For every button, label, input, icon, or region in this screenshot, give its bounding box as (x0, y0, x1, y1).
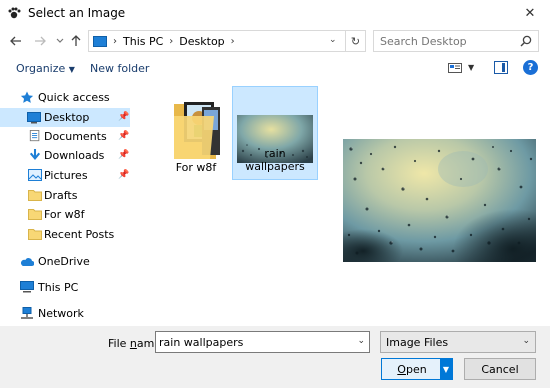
back-button[interactable] (6, 31, 26, 51)
nav-item-downloads[interactable]: Downloads 📌 (0, 146, 130, 165)
breadcrumb-this-pc[interactable]: This PC (123, 35, 163, 48)
open-label: Open (382, 363, 442, 376)
chevron-down-icon: ⌄ (522, 336, 530, 346)
this-pc-icon (93, 35, 107, 47)
back-arrow-icon (10, 36, 21, 46)
file-name-input[interactable] (156, 332, 351, 352)
command-bar: Organize ▼ New folder ▼ ? (0, 58, 550, 80)
pin-icon[interactable]: 📌 (118, 112, 129, 122)
nav-label: Documents (44, 130, 107, 143)
folder-icon (28, 190, 42, 201)
nav-item-pictures[interactable]: Pictures 📌 (0, 166, 130, 185)
breadcrumb-separator-icon: › (230, 35, 235, 47)
forward-arrow-icon (35, 36, 46, 46)
refresh-icon: ↻ (350, 34, 361, 48)
nav-item-this-pc[interactable]: This PC (0, 278, 130, 297)
change-view-icon[interactable] (448, 62, 462, 74)
folder-icon (28, 209, 42, 220)
breadcrumb-separator-icon: › (169, 35, 174, 47)
search-box[interactable] (373, 30, 539, 52)
search-icon (520, 35, 532, 47)
pin-icon[interactable]: 📌 (118, 150, 129, 160)
computer-icon (20, 281, 34, 293)
chevron-down-icon (56, 38, 64, 43)
address-row: › This PC › Desktop › ⌄ ↻ (0, 27, 550, 55)
nav-item-onedrive[interactable]: OneDrive (0, 252, 130, 271)
desktop-icon (27, 112, 41, 124)
nav-label: Recent Posts (44, 228, 115, 241)
file-name-combo[interactable]: ⌄ (155, 331, 370, 353)
file-type-value: Image Files (386, 336, 449, 349)
nav-item-recent-posts[interactable]: Recent Posts (0, 225, 130, 244)
pin-icon[interactable]: 📌 (118, 170, 129, 180)
star-icon (20, 91, 34, 103)
new-folder-button[interactable]: New folder (90, 62, 149, 75)
search-input[interactable] (374, 31, 514, 51)
chevron-down-icon: ▼ (68, 65, 75, 74)
nav-label: Drafts (44, 189, 78, 202)
pictures-icon (28, 169, 42, 181)
nav-label: This PC (38, 281, 79, 294)
close-icon: ✕ (524, 5, 536, 21)
nav-label: Pictures (44, 169, 88, 182)
download-arrow-icon (29, 149, 41, 161)
nav-label: Desktop (44, 111, 90, 124)
label-accelerator: O (397, 363, 406, 376)
address-bar[interactable]: › This PC › Desktop › ⌄ ↻ (88, 30, 366, 52)
label-part: File (108, 337, 130, 350)
open-button[interactable]: Open ▼ (381, 358, 453, 380)
file-name: For w8f (175, 161, 217, 174)
label-accelerator: n (129, 337, 137, 350)
forward-button[interactable] (30, 31, 50, 51)
close-button[interactable]: ✕ (510, 0, 550, 26)
nav-item-desktop[interactable]: Desktop 📌 (0, 108, 130, 127)
up-button[interactable] (66, 31, 86, 51)
image-preview (343, 139, 536, 262)
nav-label: Downloads (44, 149, 105, 162)
nav-item-documents[interactable]: Documents 📌 (0, 127, 130, 146)
chevron-down-icon[interactable]: ⌄ (357, 336, 365, 346)
window-title: Select an Image (28, 6, 126, 20)
nav-label: Quick access (38, 91, 110, 104)
title-bar: Select an Image ✕ (0, 0, 550, 26)
paw-icon (8, 7, 21, 19)
breadcrumb-separator-icon: › (113, 35, 117, 47)
file-name: rain wallpapers (245, 147, 305, 173)
navigation-pane: Quick access Desktop 📌 Documents 📌 Downl… (0, 86, 130, 326)
folder-icon (174, 102, 220, 159)
nav-label: OneDrive (38, 255, 90, 268)
label-part: pen (405, 363, 427, 376)
nav-label: For w8f (44, 208, 85, 221)
nav-item-quick-access[interactable]: Quick access (0, 88, 130, 107)
nav-item-drafts[interactable]: Drafts (0, 186, 130, 205)
chevron-down-icon[interactable]: ⌄ (329, 35, 341, 47)
dialog-footer: File name: ⌄ Image Files ⌄ Open ▼ Cancel (0, 326, 550, 388)
file-item-for-w8f[interactable]: For w8f (153, 86, 239, 180)
documents-icon (29, 130, 40, 142)
refresh-button[interactable]: ↻ (345, 31, 365, 51)
open-dropdown-button[interactable]: ▼ (440, 359, 452, 379)
folder-icon (28, 229, 42, 240)
cloud-icon (21, 258, 34, 266)
organize-label: Organize (16, 62, 66, 75)
breadcrumb-desktop[interactable]: Desktop (179, 35, 224, 48)
pin-icon[interactable]: 📌 (118, 131, 129, 141)
up-arrow-icon (71, 35, 81, 46)
file-item-rain-wallpapers[interactable]: rain wallpapers (232, 86, 318, 180)
nav-item-network[interactable]: Network (0, 304, 130, 323)
cancel-button[interactable]: Cancel (464, 358, 536, 380)
nav-item-for-w8f[interactable]: For w8f (0, 205, 130, 224)
organize-menu[interactable]: Organize ▼ (16, 62, 75, 75)
network-icon (21, 307, 33, 319)
chevron-down-icon[interactable]: ▼ (468, 63, 474, 72)
preview-pane-button[interactable] (494, 61, 508, 74)
file-type-select[interactable]: Image Files ⌄ (380, 331, 536, 353)
nav-label: Network (38, 307, 84, 320)
help-button[interactable]: ? (523, 60, 538, 75)
